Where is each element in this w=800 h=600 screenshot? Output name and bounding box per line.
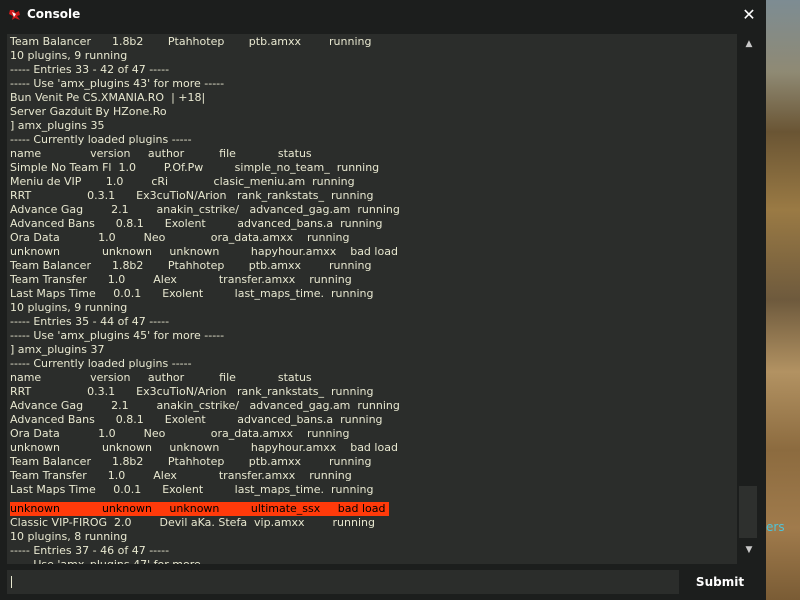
arrow-up-icon: ▲ xyxy=(745,39,753,49)
console-line: Classic VIP-FIROG 2.0 Devil aKa. Stefa v… xyxy=(10,516,375,529)
close-button[interactable]: ✕ xyxy=(740,6,758,24)
console-line: Advance Gag 2.1 anakin_cstrike/ advanced… xyxy=(10,203,400,216)
console-line: RRT 0.3.1 Ex3cuTioN/Arion rank_rankstats… xyxy=(10,189,374,202)
console-line: 10 plugins, 9 running xyxy=(10,49,128,62)
console-output[interactable]: Team Balancer 1.8b2 Ptahhotep ptb.amxx r… xyxy=(7,34,737,564)
game-background: ers xyxy=(766,0,800,600)
console-line: 10 plugins, 9 running xyxy=(10,301,128,314)
console-line: Bun Venit Pe CS.XMANIA.RO | +18| xyxy=(10,91,206,104)
scrollbar[interactable]: ▲ ▼ xyxy=(739,34,759,564)
console-line: Simple No Team Fl 1.0 P.Of.Pw simple_no_… xyxy=(10,161,380,174)
command-input[interactable] xyxy=(7,570,679,594)
console-line: Team Balancer 1.8b2 Ptahhotep ptb.amxx r… xyxy=(10,259,372,272)
console-line: Ora Data 1.0 Neo ora_data.amxx running xyxy=(10,427,350,440)
console-line: ----- Currently loaded plugins ----- xyxy=(10,133,192,146)
console-line: Advanced Bans 0.8.1 Exolent advanced_ban… xyxy=(10,413,383,426)
command-input-row xyxy=(7,570,679,594)
text-caret xyxy=(11,576,12,588)
console-window: Console ✕ Team Balancer 1.8b2 Ptahhotep … xyxy=(0,0,766,600)
console-line: ----- Use 'amx_plugins 45' for more ----… xyxy=(10,329,225,342)
console-line: ----- Use 'amx_plugins 47' for more ----… xyxy=(10,558,400,564)
console-line: Last Maps Time 0.0.1 Exolent last_maps_t… xyxy=(10,287,374,300)
console-line: ----- Entries 35 - 44 of 47 ----- xyxy=(10,315,170,328)
console-app-icon xyxy=(9,10,20,20)
console-line: Server Gazduit By HZone.Ro xyxy=(10,105,167,118)
console-line: Team Balancer 1.8b2 Ptahhotep ptb.amxx r… xyxy=(10,35,372,48)
background-hint-text: ers xyxy=(766,520,785,534)
title-bar: Console ✕ xyxy=(0,0,766,30)
console-line: Last Maps Time 0.0.1 Exolent last_maps_t… xyxy=(10,483,374,496)
console-line: Team Transfer 1.0 Alex transfer.amxx run… xyxy=(10,273,352,286)
console-line: Ora Data 1.0 Neo ora_data.amxx running xyxy=(10,231,350,244)
console-line: ----- Currently loaded plugins ----- xyxy=(10,357,192,370)
console-line: Team Transfer 1.0 Alex transfer.amxx run… xyxy=(10,469,352,482)
console-line: RRT 0.3.1 Ex3cuTioN/Arion rank_rankstats… xyxy=(10,385,374,398)
console-line: ] amx_plugins 37 xyxy=(10,343,105,356)
console-line: ] amx_plugins 35 xyxy=(10,119,105,132)
close-icon: ✕ xyxy=(742,5,756,24)
console-line: Team Balancer 1.8b2 Ptahhotep ptb.amxx r… xyxy=(10,455,372,468)
console-line: 10 plugins, 8 running xyxy=(10,530,128,543)
arrow-down-icon: ▼ xyxy=(745,545,753,555)
console-line: unknown unknown unknown hapyhour.amxx ba… xyxy=(10,245,398,258)
console-line: Advance Gag 2.1 anakin_cstrike/ advanced… xyxy=(10,399,400,412)
console-line: ----- Entries 37 - 46 of 47 ----- xyxy=(10,544,170,557)
window-title: Console xyxy=(27,7,81,21)
console-line: ----- Entries 33 - 42 of 47 ----- xyxy=(10,63,170,76)
console-line: unknown unknown unknown hapyhour.amxx ba… xyxy=(10,441,398,454)
console-lines: Team Balancer 1.8b2 Ptahhotep ptb.amxx r… xyxy=(10,35,400,564)
console-line-highlighted: unknown unknown unknown ultimate_ssx bad… xyxy=(10,502,390,516)
console-line: ----- Use 'amx_plugins 43' for more ----… xyxy=(10,77,225,90)
scroll-down-button[interactable]: ▼ xyxy=(739,542,759,558)
console-line: Advanced Bans 0.8.1 Exolent advanced_ban… xyxy=(10,217,383,230)
console-line: name version author file status xyxy=(10,371,312,384)
scroll-thumb[interactable] xyxy=(739,486,757,538)
scroll-up-button[interactable]: ▲ xyxy=(739,36,759,52)
console-line: name version author file status xyxy=(10,147,312,160)
submit-button[interactable]: Submit xyxy=(686,570,754,594)
console-line: Meniu de VIP 1.0 cRi clasic_meniu.am run… xyxy=(10,175,355,188)
